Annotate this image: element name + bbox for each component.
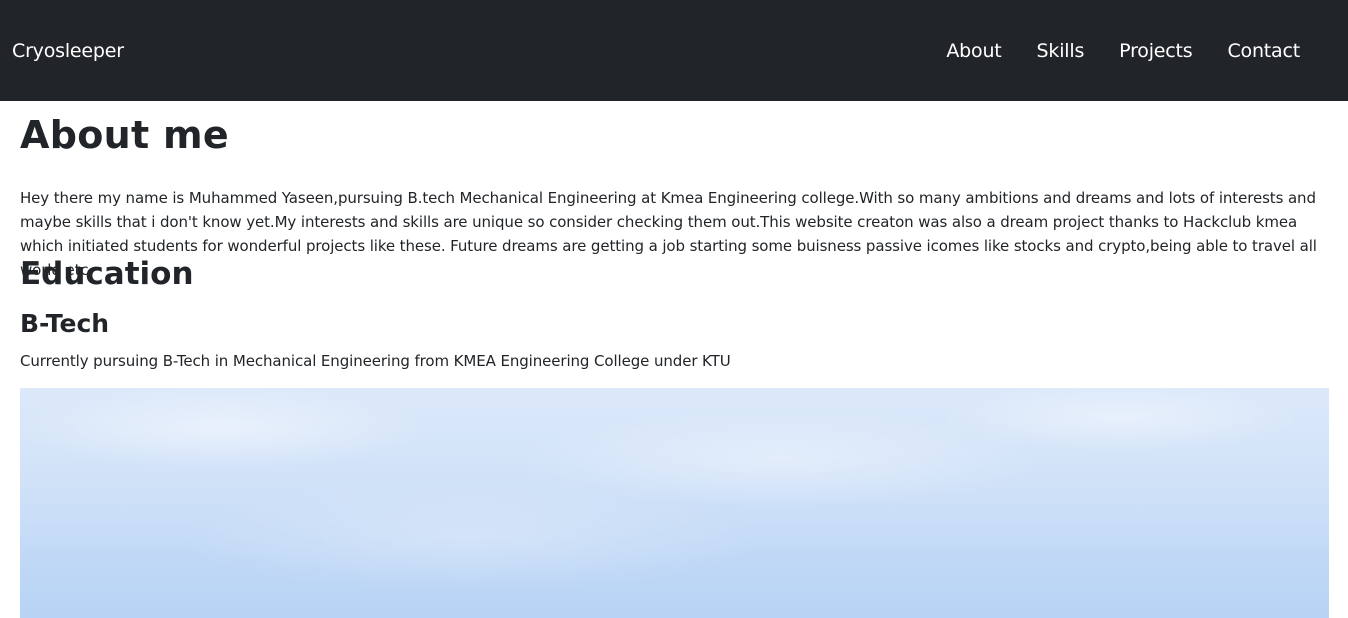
nav-link-projects[interactable]: Projects — [1119, 40, 1193, 62]
about-paragraph: Hey there my name is Muhammed Yaseen,pur… — [20, 189, 1317, 279]
nav-links: About Skills Projects Contact — [946, 40, 1300, 62]
main-content: About me Hey there my name is Muhammed Y… — [20, 101, 1329, 618]
brand-link[interactable]: Cryosleeper — [12, 40, 124, 62]
degree-description: Currently pursuing B-Tech in Mechanical … — [20, 352, 731, 370]
top-navbar: Cryosleeper About Skills Projects Contac… — [0, 0, 1348, 101]
about-heading: About me — [20, 113, 229, 157]
nav-link-about[interactable]: About — [946, 40, 1001, 62]
nav-link-contact[interactable]: Contact — [1227, 40, 1300, 62]
sky-image — [20, 388, 1329, 618]
education-heading: Education — [20, 256, 194, 292]
nav-link-skills[interactable]: Skills — [1037, 40, 1085, 62]
degree-heading: B-Tech — [20, 309, 110, 338]
